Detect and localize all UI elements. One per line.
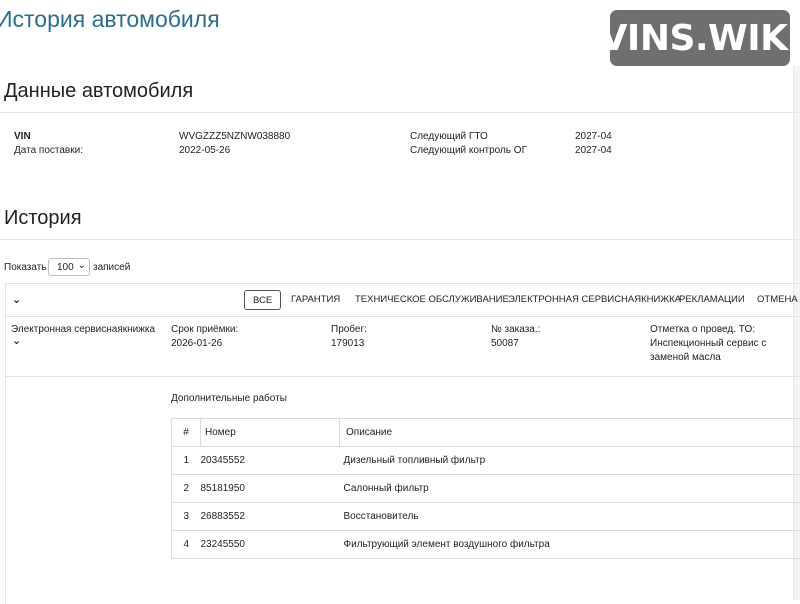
entry-date-value: 2026-01-26 [171, 338, 222, 349]
divider [0, 112, 800, 113]
row-number: 20345552 [201, 447, 340, 475]
extra-works-title: Дополнительные работы [171, 393, 287, 404]
history-table: ⌄ ВСЕ ГАРАНТИЯ ТЕХНИЧЕСКОЕ ОБСЛУЖИВАНИЕ … [5, 283, 800, 604]
row-number: 26883552 [201, 503, 340, 531]
records-label: записей [93, 262, 130, 273]
table-header-row: # Номер Описание [172, 419, 800, 447]
row-description: Восстановитель [340, 503, 800, 531]
chevron-down-icon: ⌄ [78, 260, 86, 271]
entry-mileage-value: 179013 [331, 338, 364, 349]
row-index: 1 [172, 447, 201, 475]
history-entry-row[interactable]: Электронная сервиснаякнижка ⌄ Срок приём… [6, 316, 800, 377]
table-row: 4 23245550 Фильтрующий элемент воздушног… [172, 531, 800, 559]
row-description: Фильтрующий элемент воздушного фильтра [340, 531, 800, 559]
row-index: 2 [172, 475, 201, 503]
row-number: 23245550 [201, 531, 340, 559]
col-header-number: Номер [201, 419, 340, 447]
row-index: 4 [172, 531, 201, 559]
page-length-value: 100 [57, 262, 74, 273]
col-header-index: # [172, 419, 201, 447]
filter-cancel-button[interactable]: ОТМЕНА [757, 290, 798, 310]
page-length-select[interactable]: 100 ⌄ [48, 258, 90, 276]
watermark-logo: VINS.WIKI [610, 10, 790, 66]
row-description: Дизельный топливный фильтр [340, 447, 800, 475]
entry-order-value: 50087 [491, 338, 519, 349]
entry-note-label: Отметка о провед. ТО: [650, 324, 755, 335]
entry-order-label: № заказа.: [491, 324, 540, 335]
row-index: 3 [172, 503, 201, 531]
history-section-title: История [4, 207, 82, 230]
table-row: 1 20345552 Дизельный топливный фильтр [172, 447, 800, 475]
extra-works-table: # Номер Описание 1 20345552 Дизельный то… [171, 418, 800, 559]
table-row: 3 26883552 Восстановитель [172, 503, 800, 531]
filter-maintenance-button[interactable]: ТЕХНИЧЕСКОЕ ОБСЛУЖИВАНИЕ [355, 290, 509, 310]
vehicle-section-title: Данные автомобиля [4, 80, 193, 103]
next-inspection-value: 2027-04 [575, 131, 612, 142]
filter-row: ⌄ ВСЕ ГАРАНТИЯ ТЕХНИЧЕСКОЕ ОБСЛУЖИВАНИЕ … [6, 284, 800, 317]
vin-value: WVGZZZ5NZNW038880 [179, 131, 290, 142]
next-inspection-label: Следующий ГТО [410, 131, 488, 142]
filter-complaints-button[interactable]: РЕКЛАМАЦИИ [679, 290, 745, 310]
divider [0, 239, 800, 240]
next-emissions-label: Следующий контроль ОГ [410, 145, 527, 156]
entry-note-value-line2: заменой масла [650, 352, 721, 363]
col-header-description: Описание [340, 419, 800, 447]
delivery-value: 2022-05-26 [179, 145, 230, 156]
filter-all-button[interactable]: ВСЕ [244, 290, 281, 310]
entry-note-value-line1: Инспекционный сервис с [650, 338, 766, 349]
filter-warranty-button[interactable]: ГАРАНТИЯ [291, 290, 340, 310]
entry-mileage-label: Пробег: [331, 324, 367, 335]
show-label: Показать [4, 262, 47, 273]
next-emissions-value: 2027-04 [575, 145, 612, 156]
page-title: История автомобиля [0, 6, 220, 33]
vin-label: VIN [14, 131, 31, 142]
delivery-label: Дата поставки: [14, 145, 83, 156]
entry-type: Электронная сервиснаякнижка [11, 324, 155, 335]
filter-eservicebook-button[interactable]: ЭЛЕКТРОННАЯ СЕРВИСНАЯКНИЖКА [508, 290, 681, 310]
entry-date-label: Срок приёмки: [171, 324, 238, 335]
expand-entry-icon[interactable]: ⌄ [12, 334, 21, 347]
row-description: Салонный фильтр [340, 475, 800, 503]
row-number: 85181950 [201, 475, 340, 503]
table-row: 2 85181950 Салонный фильтр [172, 475, 800, 503]
collapse-all-icon[interactable]: ⌄ [12, 293, 21, 306]
